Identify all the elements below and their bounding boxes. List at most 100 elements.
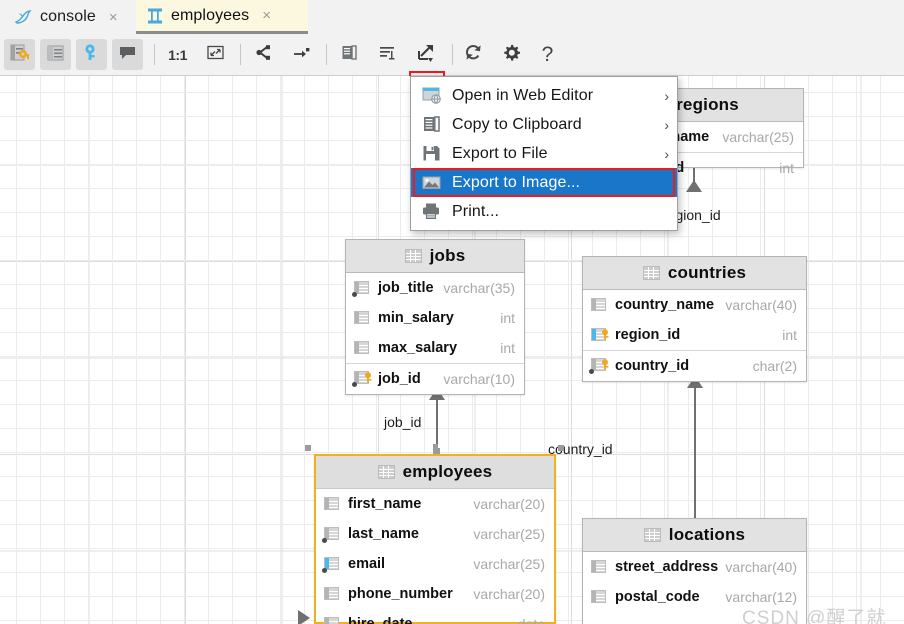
column-unique-icon xyxy=(322,556,341,573)
column-name: phone_number xyxy=(348,586,453,602)
selection-handle[interactable] xyxy=(433,444,438,454)
rel-job-id-label: job_id xyxy=(384,414,422,430)
column-icon xyxy=(591,559,608,575)
table-icon xyxy=(642,266,660,280)
table-row[interactable]: job_title varchar(35) xyxy=(346,273,524,303)
column-type: varchar(40) xyxy=(725,297,797,313)
entity-header: jobs xyxy=(346,240,524,273)
tab-close-icon[interactable]: × xyxy=(262,8,271,23)
chevron-right-icon: › xyxy=(664,116,669,133)
menu-item-label: Export to File xyxy=(452,144,548,162)
table-row[interactable]: hire_date date xyxy=(316,609,554,624)
align-button[interactable] xyxy=(372,39,403,70)
refresh-button[interactable] xyxy=(458,39,489,70)
fit-screen-icon xyxy=(205,42,226,68)
table-row[interactable]: country_name varchar(40) xyxy=(583,290,806,320)
table-row[interactable]: street_address varchar(40) xyxy=(583,552,806,582)
table-row[interactable]: email varchar(25) xyxy=(316,549,554,579)
column-name: max_salary xyxy=(378,340,458,356)
column-name: country_id xyxy=(615,357,690,374)
toolbar: 1:1 ? xyxy=(0,34,904,107)
column-indexed-icon xyxy=(322,526,341,543)
column-name: first_name xyxy=(348,496,422,512)
column-type: int xyxy=(500,310,515,326)
table-row[interactable]: max_salary int xyxy=(346,333,524,363)
show-column-keys-button[interactable] xyxy=(4,39,35,70)
table-row[interactable]: region_id int xyxy=(583,320,806,350)
layout-flow-button[interactable] xyxy=(286,39,317,70)
settings-button[interactable] xyxy=(496,39,527,70)
menu-copy-to-clipboard[interactable]: Copy to Clipboard › xyxy=(411,110,677,139)
export-dropdown-menu[interactable]: Open in Web Editor › Copy to Clipboard › xyxy=(410,76,678,231)
show-comments-button[interactable] xyxy=(112,39,143,70)
menu-print[interactable]: Print... xyxy=(411,197,677,226)
zoom-actual-size-button[interactable]: 1:1 xyxy=(162,39,193,70)
table-row[interactable]: first_name varchar(20) xyxy=(316,489,554,519)
layout-hierarchic-button[interactable] xyxy=(248,39,279,70)
fit-to-window-button[interactable] xyxy=(200,39,231,70)
column-type: date xyxy=(517,616,545,624)
show-keys-button[interactable] xyxy=(76,39,107,70)
column-name: hire_date xyxy=(348,616,413,624)
column-type: varchar(35) xyxy=(443,280,515,296)
column-type: int xyxy=(500,340,515,356)
column-type: char(2) xyxy=(752,357,797,374)
table-row[interactable]: phone_number varchar(20) xyxy=(316,579,554,609)
tab-console[interactable]: console × xyxy=(4,0,132,34)
menu-item-label: Copy to Clipboard xyxy=(452,115,582,133)
table-icon xyxy=(377,465,395,479)
column-type: varchar(25) xyxy=(722,129,794,145)
toolbar-separator xyxy=(154,44,155,65)
rel-incoming-arrow xyxy=(298,610,310,624)
web-editor-icon xyxy=(421,86,443,105)
entity-jobs[interactable]: jobs job_title varchar(35) min_salary in… xyxy=(345,239,525,395)
tab-label: console xyxy=(40,8,96,25)
entity-header: countries xyxy=(583,257,806,290)
table-columns-icon xyxy=(45,42,66,68)
menu-item-label: Open in Web Editor xyxy=(452,86,594,104)
column-indexed-icon xyxy=(324,616,341,624)
tab-close-icon[interactable]: × xyxy=(109,10,118,25)
table-row[interactable]: country_id char(2) xyxy=(583,350,806,380)
copy-button[interactable] xyxy=(334,39,365,70)
clipboard-icon xyxy=(421,115,443,134)
table-row[interactable]: job_id varchar(10) xyxy=(346,363,524,393)
column-fk-icon xyxy=(591,327,609,343)
column-type: varchar(20) xyxy=(473,586,545,602)
column-name: job_id xyxy=(378,370,421,387)
entity-name: employees xyxy=(402,462,493,481)
save-disk-icon xyxy=(421,144,443,163)
menu-open-in-web-editor[interactable]: Open in Web Editor › xyxy=(411,81,677,110)
show-columns-button[interactable] xyxy=(40,39,71,70)
column-name: region_id xyxy=(615,327,681,343)
key-icon xyxy=(81,42,102,68)
toolbar-separator xyxy=(240,44,241,65)
table-row[interactable]: last_name varchar(25) xyxy=(316,519,554,549)
table-row[interactable]: min_salary int xyxy=(346,303,524,333)
help-button[interactable]: ? xyxy=(532,39,563,70)
copy-icon xyxy=(339,42,360,68)
entity-header: employees xyxy=(316,456,554,489)
printer-icon xyxy=(421,202,443,221)
menu-export-to-file[interactable]: Export to File › xyxy=(411,139,677,168)
column-name: street_address xyxy=(615,559,719,575)
column-type: varchar(25) xyxy=(473,556,545,572)
columns-key-icon xyxy=(9,42,30,68)
entity-countries[interactable]: countries country_name varchar(40) regio… xyxy=(582,256,807,382)
column-name: postal_code xyxy=(615,589,700,605)
column-icon xyxy=(354,340,371,356)
tab-employees[interactable]: employees × xyxy=(136,0,308,34)
column-type: varchar(40) xyxy=(725,559,797,575)
column-type: varchar(20) xyxy=(473,496,545,512)
share-graph-icon xyxy=(253,42,274,68)
watermark: CSDN @醒了就刷牙 xyxy=(742,608,887,624)
export-button[interactable] xyxy=(411,39,442,70)
column-name: job_title xyxy=(378,280,434,296)
column-name: last_name xyxy=(348,526,419,542)
selection-handle[interactable] xyxy=(558,445,564,451)
toolbar-separator xyxy=(326,44,327,65)
selection-handle[interactable] xyxy=(305,445,311,451)
column-name: min_salary xyxy=(378,310,454,326)
menu-export-to-image[interactable]: Export to Image... xyxy=(411,168,677,197)
entity-employees[interactable]: employees first_name varchar(20) last_na… xyxy=(314,454,556,624)
